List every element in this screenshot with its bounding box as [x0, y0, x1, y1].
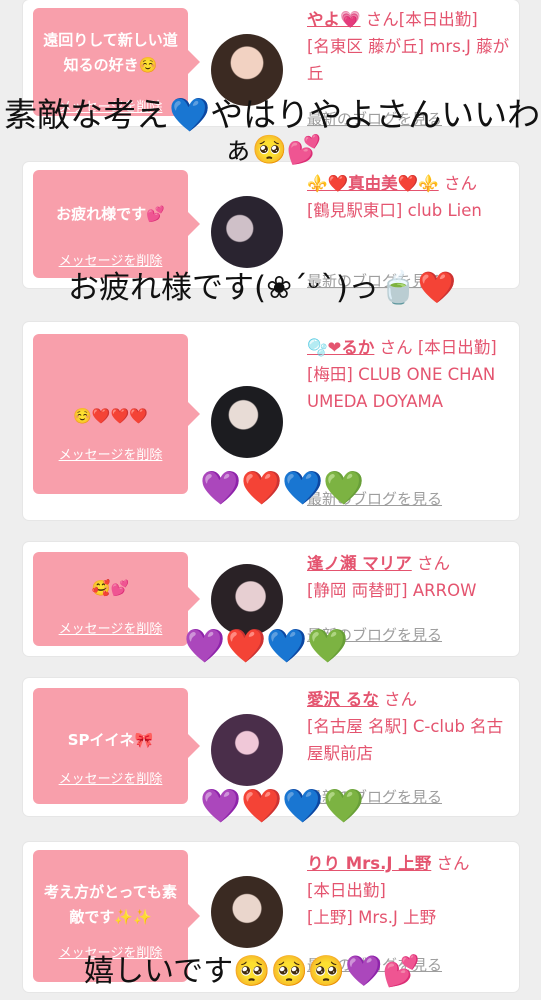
honorific: さん	[443, 174, 477, 193]
avatar[interactable]	[211, 386, 283, 458]
overlay-hearts: 💜❤️💙💚	[200, 786, 365, 825]
message-text: 遠回りして新しい道知るの好き☺️	[43, 31, 178, 74]
message-text: お疲れ様です💕	[56, 205, 165, 223]
honorific: さん	[365, 10, 399, 29]
shop-info: [梅田] CLUB ONE CHAN UMEDA DOYAMA	[307, 365, 496, 411]
cast-name-link[interactable]: やよ💗	[307, 10, 361, 29]
avatar[interactable]	[211, 876, 283, 948]
status: [本日出勤]	[398, 10, 478, 29]
message-bubble: 🥰💕 メッセージを削除	[33, 552, 200, 646]
message-text: SPイイネ🎀	[67, 731, 154, 749]
cast-info: りり Mrs.J 上野 さん [本日出勤] [上野] Mrs.J 上野	[307, 850, 511, 931]
delete-message-link[interactable]: メッセージを削除	[33, 618, 188, 637]
shop-info: [上野] Mrs.J 上野	[307, 908, 437, 927]
shop-info: [名古屋 名駅] C-club 名古屋駅前店	[307, 717, 504, 763]
shop-info: [静岡 両替町] ARROW	[307, 581, 477, 600]
cast-info: やよ💗 さん[本日出勤] [名東区 藤が丘] mrs.J 藤が丘	[307, 6, 511, 87]
cast-name-link[interactable]: ⚜️❤️真由美❤️⚜️	[307, 174, 439, 193]
message-text: 🥰💕	[91, 579, 130, 597]
honorific: さん	[384, 690, 417, 709]
message-bubble: ☺️❤️❤️❤️ メッセージを削除	[33, 334, 200, 494]
overlay-hearts: 💜❤️💙💚	[184, 626, 349, 665]
overlay-caption-mid: お疲れ様です(❀ˊᵕˋ)っ🍵❤️	[68, 270, 457, 306]
message-text: ☺️❤️❤️❤️	[73, 407, 148, 425]
overlay-hearts: 💜❤️💙💚	[200, 468, 365, 507]
status: [本日出勤]	[307, 881, 386, 900]
cast-info: 🫧❤るか さん [本日出勤] [梅田] CLUB ONE CHAN UMEDA …	[307, 334, 511, 415]
cast-name-link[interactable]: 逢ノ瀬 マリア	[307, 554, 412, 573]
message-text: 考え方がとっても素敵です✨✨	[43, 883, 178, 926]
avatar[interactable]	[211, 714, 283, 786]
overlay-caption-bottom: 嬉しいです🥺🥺🥺💜💕	[84, 954, 420, 989]
overlay-caption-top-2: ぁ🥺💕	[224, 133, 322, 166]
cast-name-link[interactable]: 🫧❤るか	[307, 338, 374, 357]
honorific: さん	[436, 854, 470, 873]
shop-info: [名東区 藤が丘] mrs.J 藤が丘	[307, 37, 510, 83]
delete-message-link[interactable]: メッセージを削除	[33, 444, 188, 463]
honorific: さん	[417, 554, 450, 573]
cast-name-link[interactable]: 愛沢 るな	[307, 690, 379, 709]
cast-info: 愛沢 るな さん [名古屋 名駅] C-club 名古屋駅前店	[307, 686, 511, 767]
shop-info: [鶴見駅東口] club Lien	[307, 201, 482, 220]
avatar[interactable]	[211, 196, 283, 268]
cast-info: ⚜️❤️真由美❤️⚜️ さん [鶴見駅東口] club Lien	[307, 170, 511, 224]
honorific: さん	[379, 338, 413, 357]
cast-info: 逢ノ瀬 マリア さん [静岡 両替町] ARROW	[307, 550, 511, 604]
delete-message-link[interactable]: メッセージを削除	[33, 768, 188, 787]
status: [本日出勤]	[417, 338, 497, 357]
message-bubble: SPイイネ🎀 メッセージを削除	[33, 688, 200, 804]
cast-name-link[interactable]: りり Mrs.J 上野	[307, 854, 431, 873]
